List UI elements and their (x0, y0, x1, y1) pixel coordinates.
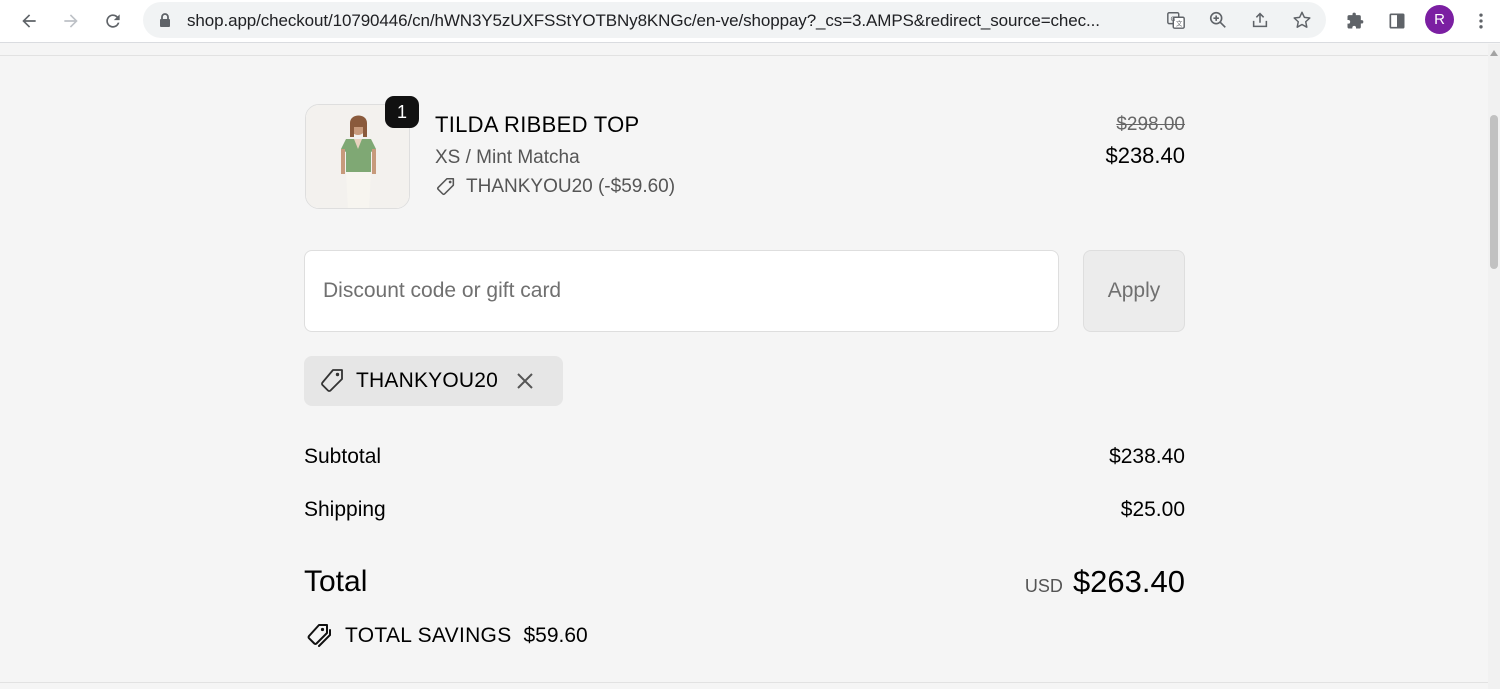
savings-tags-icon (307, 624, 331, 647)
lock-icon (160, 13, 170, 27)
total-savings: TOTAL SAVINGS $59.60 (304, 622, 588, 650)
applied-discount-tag: THANKYOU20 (304, 356, 563, 406)
url-text[interactable]: shop.app/checkout/10790446/cn/hWN3Y5zUXF… (187, 11, 1155, 31)
apply-button[interactable]: Apply (1083, 250, 1185, 332)
svg-text:文: 文 (1176, 18, 1183, 27)
subtotal-label: Subtotal (304, 445, 382, 468)
shipping-label: Shipping (304, 498, 386, 521)
browser-toolbar: shop.app/checkout/10790446/cn/hWN3Y5zUXF… (0, 0, 1500, 43)
shipping-value: $25.00 (1120, 498, 1185, 521)
remove-discount-icon[interactable] (512, 368, 538, 394)
divider (0, 55, 1488, 56)
savings-value: $59.60 (523, 624, 588, 647)
product-discount-text: THANKYOU20 (-$59.60) (466, 176, 676, 197)
more-menu-icon[interactable] (1466, 6, 1496, 36)
total-amount: USD $263.40 (1025, 564, 1185, 600)
share-icon[interactable] (1249, 9, 1271, 31)
savings-label: TOTAL SAVINGS (345, 624, 512, 647)
extensions-icon[interactable] (1340, 6, 1370, 36)
original-price: $298.00 (1116, 114, 1185, 135)
forward-icon[interactable] (56, 6, 86, 36)
reload-icon[interactable] (98, 6, 128, 36)
product-discount: THANKYOU20 (-$59.60) (435, 175, 675, 199)
quantity-badge: 1 (385, 96, 419, 128)
translate-icon[interactable]: G文 (1165, 9, 1187, 31)
currency-code: USD (1024, 576, 1063, 596)
scroll-up-arrow[interactable] (1490, 50, 1498, 56)
tag-icon (321, 369, 343, 392)
scrollbar-thumb[interactable] (1490, 115, 1498, 269)
tag-icon (437, 177, 455, 196)
total-value: $263.40 (1072, 564, 1185, 599)
address-bar[interactable]: shop.app/checkout/10790446/cn/hWN3Y5zUXF… (143, 2, 1326, 38)
back-icon[interactable] (14, 6, 44, 36)
product-variant: XS / Mint Matcha (435, 147, 580, 168)
zoom-icon[interactable] (1207, 9, 1229, 31)
divider (0, 682, 1488, 683)
total-label: Total (304, 565, 368, 598)
product-name: TILDA RIBBED TOP (435, 112, 640, 137)
applied-code-label: THANKYOU20 (356, 369, 499, 392)
profile-avatar[interactable]: R (1425, 5, 1454, 34)
discount-code-input[interactable] (304, 250, 1059, 332)
discounted-price: $238.40 (1105, 143, 1185, 168)
bookmark-star-icon[interactable] (1291, 9, 1313, 31)
subtotal-value: $238.40 (1109, 445, 1185, 468)
side-panel-icon[interactable] (1382, 6, 1412, 36)
svg-text:G: G (1171, 16, 1176, 23)
